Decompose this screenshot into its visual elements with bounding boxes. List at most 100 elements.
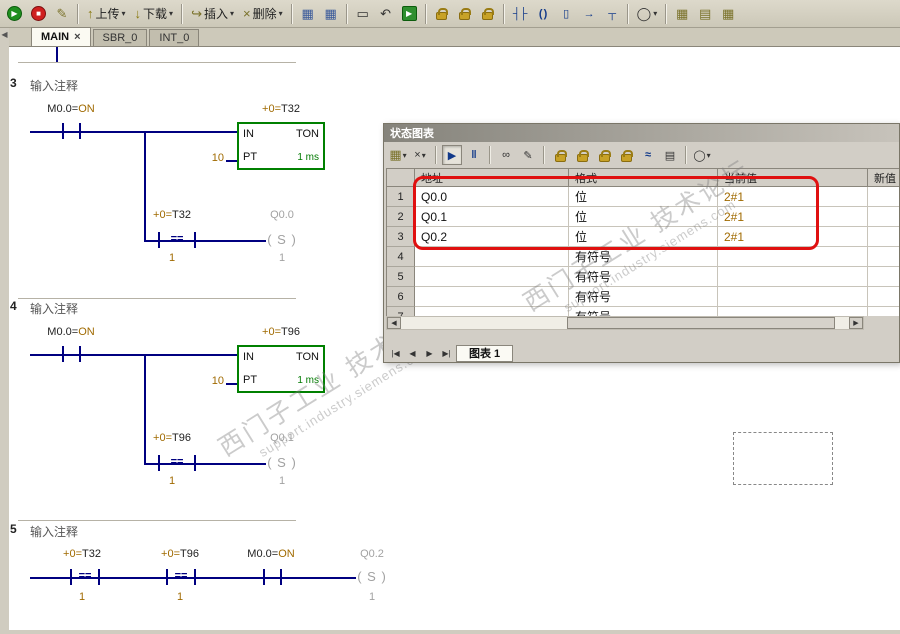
address-cell[interactable] (415, 287, 569, 307)
format-cell[interactable]: 位 (569, 227, 718, 247)
coil-tool-button[interactable]: ( ) (532, 3, 554, 25)
compare-contact-symbol[interactable] (98, 569, 100, 585)
new-value-cell[interactable] (868, 287, 899, 307)
contact-symbol[interactable] (263, 569, 265, 585)
tab-scroll-strip[interactable]: ◀ (0, 28, 9, 634)
delete-button[interactable]: × 删除 ▾ (239, 3, 287, 25)
compare-operand[interactable]: 1 (48, 591, 116, 603)
read-all-forced-button[interactable] (594, 145, 614, 165)
coil-operand[interactable]: 1 (346, 591, 398, 603)
compare-operand[interactable]: 1 (146, 591, 214, 603)
horizontal-scrollbar[interactable]: ◀ ▶ (386, 316, 864, 330)
edit-program-button[interactable]: ✎ (51, 3, 73, 25)
address-column-header[interactable]: 地址 (415, 169, 569, 187)
download-button[interactable]: ↓ 下载 ▾ (131, 3, 178, 25)
new-value-cell[interactable] (868, 187, 899, 207)
timer-label[interactable]: +0=T32 (237, 103, 325, 115)
first-sheet-button[interactable]: |◀ (388, 346, 403, 360)
address-cell[interactable] (415, 307, 569, 316)
new-value-cell[interactable] (868, 207, 899, 227)
format-cell[interactable]: 有符号 (569, 247, 718, 267)
contact-tool-button[interactable]: ┤├ (509, 3, 531, 25)
table-edit-button[interactable]: ▦ (671, 3, 693, 25)
timer-box[interactable]: IN TON PT 1 ms (237, 122, 325, 170)
contact-symbol[interactable] (280, 569, 282, 585)
compare-operand[interactable]: 1 (138, 475, 206, 487)
unforce-button[interactable] (572, 145, 592, 165)
scroll-right-arrow[interactable]: ▶ (849, 317, 863, 329)
contact-symbol[interactable] (79, 123, 81, 139)
row-number[interactable]: 3 (387, 227, 415, 247)
start-chart-button[interactable]: ▶ (442, 145, 462, 165)
picture-button[interactable]: ▤ (660, 145, 680, 165)
coil-address[interactable]: Q0.2 (346, 548, 398, 560)
address-cell[interactable] (415, 267, 569, 287)
row-number[interactable]: 4 (387, 247, 415, 267)
network-comment[interactable]: 输入注释 (30, 300, 78, 317)
contact-symbol[interactable] (62, 346, 64, 362)
single-read-button[interactable]: ∞ (496, 145, 516, 165)
sheet-select-button[interactable]: ▦ ▾ (388, 145, 408, 165)
sheet-tab-chart1[interactable]: 图表 1 (456, 344, 514, 362)
program-status-button[interactable]: ▶ (398, 3, 421, 25)
book-button[interactable]: ▤ (694, 3, 716, 25)
format-cell[interactable]: 有符号 (569, 307, 718, 316)
delete-row-button[interactable]: × ▾ (410, 145, 430, 165)
timer-box[interactable]: IN TON PT 1 ms (237, 345, 325, 393)
compare-label[interactable]: +0=T96 (138, 432, 206, 444)
coil-address[interactable]: Q0.1 (256, 432, 308, 444)
oval-tool-button[interactable]: ◯ ▾ (633, 3, 662, 25)
compare-label[interactable]: +0=T32 (138, 209, 206, 221)
hline-tool-button[interactable]: → (578, 3, 600, 25)
row-number[interactable]: 1 (387, 187, 415, 207)
insert-button[interactable]: ↪ 插入 ▾ (187, 3, 238, 25)
network-comment[interactable]: 输入注释 (30, 77, 78, 94)
contact-symbol[interactable] (62, 123, 64, 139)
coil-address[interactable]: Q0.0 (256, 209, 308, 221)
set-coil-symbol[interactable]: ( S ) (256, 232, 308, 247)
compare-contact-symbol[interactable] (194, 455, 196, 471)
row-number[interactable]: 5 (387, 267, 415, 287)
compare-label[interactable]: +0=T96 (146, 548, 214, 560)
set-coil-symbol[interactable]: ( S ) (256, 455, 308, 470)
compare-operand[interactable]: 1 (138, 252, 206, 264)
tab-sbr0[interactable]: SBR_0 (92, 29, 148, 46)
format-cell[interactable]: 位 (569, 187, 718, 207)
force-button[interactable] (550, 145, 570, 165)
write-all-button[interactable]: ✎ (518, 145, 538, 165)
contact-label[interactable]: M0.0=ON (36, 103, 106, 115)
new-value-cell[interactable] (868, 227, 899, 247)
address-cell[interactable]: Q0.0 (415, 187, 569, 207)
coil-operand[interactable]: 1 (256, 475, 308, 487)
grid-button[interactable]: ▦ (717, 3, 739, 25)
tab-int0[interactable]: INT_0 (149, 29, 200, 46)
contact-symbol[interactable] (79, 346, 81, 362)
format-cell[interactable]: 有符号 (569, 267, 718, 287)
trend-view-button[interactable]: ≈ (638, 145, 658, 165)
last-sheet-button[interactable]: ▶| (439, 346, 454, 360)
current-value-column-header[interactable]: 当前值 (718, 169, 868, 187)
unforce-button[interactable] (454, 3, 476, 25)
status-chart-titlebar[interactable]: 状态图表 (384, 124, 899, 142)
tab-scroll-left-icon[interactable]: ◀ (1, 30, 7, 39)
row-number[interactable]: 6 (387, 287, 415, 307)
scrollbar-thumb[interactable] (567, 317, 835, 329)
new-value-cell[interactable] (868, 307, 899, 316)
vline-tool-button[interactable]: ┬ (601, 3, 623, 25)
compare-contact-symbol[interactable] (194, 232, 196, 248)
run-button[interactable]: ▶ (3, 3, 26, 25)
set-coil-symbol[interactable]: ( S ) (346, 569, 398, 584)
contact-label[interactable]: M0.0=ON (238, 548, 304, 560)
pause-chart-button[interactable]: ‖ (464, 145, 484, 165)
data-block-button[interactable]: ▭ (352, 3, 374, 25)
tab-main[interactable]: MAIN × (31, 27, 91, 46)
timer-label[interactable]: +0=T96 (237, 326, 325, 338)
undo-button[interactable]: ↶ (375, 3, 397, 25)
address-cell[interactable]: Q0.1 (415, 207, 569, 227)
contact-label[interactable]: M0.0=ON (36, 326, 106, 338)
format-column-header[interactable]: 格式 (569, 169, 718, 187)
coil-operand[interactable]: 1 (256, 252, 308, 264)
editor-bottom-scrollbar[interactable] (0, 630, 900, 634)
prev-sheet-button[interactable]: ◀ (405, 346, 420, 360)
oval-tool-button[interactable]: ◯ ▾ (692, 145, 712, 165)
